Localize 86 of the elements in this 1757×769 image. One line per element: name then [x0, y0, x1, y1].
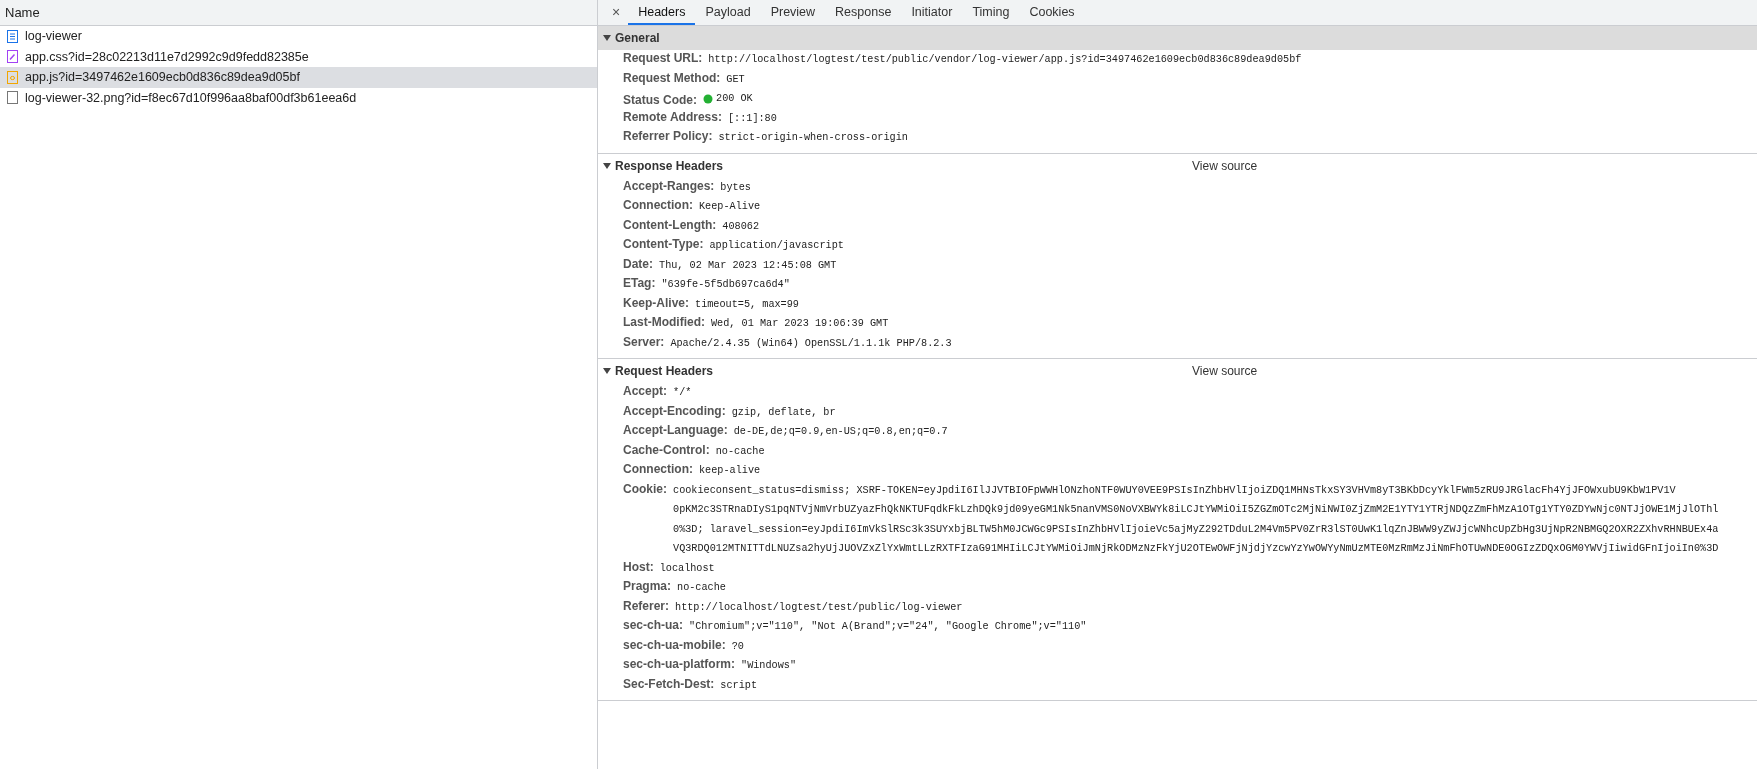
request-row[interactable]: log-viewer [0, 26, 597, 47]
close-button[interactable]: × [604, 0, 629, 25]
header-value: keep-alive [699, 464, 761, 478]
header-value: ?0 [731, 639, 744, 654]
header-value: no-cache [677, 581, 726, 595]
header-name: Accept-Encoding: [623, 403, 726, 418]
triangle-down-icon [603, 367, 611, 375]
header-value: script [720, 678, 758, 693]
header-value: "639fe-5f5db697ca6d4" [661, 278, 790, 292]
header-name: Referrer Policy: [623, 129, 713, 143]
header-value: Thu, 02 Mar 2023 12:45:08 GMT [659, 258, 837, 273]
header-value: 0pKM2c3STRnaDIyS1pqNTVjNmVrbUZyazFhQkNKTUFqdkFkLzhDQk9jd09yeGM1Nk5nanVMS0NoVXBWYk8iLCJtYWMiOiI5ZGZmOTc2MjNiNWI0ZjZmM2E1YTY1YTRjNDQzZmFhMzA1OTg1YTY0ZDYwNjc0NTJjOWE1MjJlOThl [673, 503, 1719, 517]
header-value: */* [673, 386, 692, 400]
header-name: sec-ch-ua-platform: [623, 657, 735, 671]
request-name: app.css?id=28c02213d11e7d2992c9d9fedd82385e [25, 49, 309, 64]
header-value: http://localhost/logtest/test/public/vendor/log-viewer/app.js?id=3497462e1609ecb0d836c89dea9d05bf [708, 53, 1302, 67]
header-value: 0%3D; laravel_session=eyJpdiI6ImVkSlRSc3k3SUYxbjBLTW5hM0JCWGc9PSIsInZhbHVlIjoieVc5ajMyZ292TDduL2M4Vm5PV0ZrR3lST0UwK1lqZnJBWW9yZWJjcWNhcUpZbHg3UjNpR2NBMGQ2OXR2ZXhvRHNBUEx4a [673, 522, 1719, 537]
header-value: strict-origin-when-cross-origin [718, 131, 908, 145]
request-row[interactable]: app.css?id=28c02213d11e7d2992c9d9fedd82385e [0, 46, 597, 67]
header-name: Referer: [623, 598, 670, 613]
section-toggle[interactable]: Request Headers [598, 364, 1192, 378]
header-value: GET [726, 72, 745, 87]
header-value: cookieconsent_status=dismiss; XSRF-TOKEN=eyJpdiI6IlJJVTBIOFpWWHlONzhoNTF0WUY0VEE9PSIsInZhbHVlIjoiZDQ1MHNsTkxSY3VHVm8yT3BKbDcyYklFWm5zRU9JRGlacFh4YjJFOWxubU9KbW1PV1V [673, 483, 1676, 498]
header-value: bytes [720, 180, 751, 195]
header-name: Accept-Ranges: [623, 178, 715, 193]
header-name: Remote Address: [623, 109, 722, 124]
header-name: Connection: [623, 462, 693, 476]
view-source-link[interactable]: View source [1192, 364, 1258, 378]
column-header[interactable]: Name [0, 0, 597, 26]
request-name: log-viewer [25, 29, 82, 44]
header-name: Keep-Alive: [623, 295, 690, 310]
request-name: app.js?id=3497462e1609ecb0d836c89dea9d05bf [25, 70, 300, 85]
header-name: Date: [623, 256, 653, 271]
header-value: no-cache [715, 444, 765, 459]
tab[interactable]: Payload [695, 0, 761, 25]
header-name: Sec-Fetch-Dest: [623, 676, 715, 691]
header-value: 408062 [722, 219, 759, 234]
view-source-link[interactable]: View source [1192, 158, 1258, 173]
triangle-down-icon [603, 161, 611, 170]
header-name: Accept: [623, 384, 667, 398]
header-value: localhost [659, 561, 715, 576]
script-file-icon [6, 70, 19, 84]
tab[interactable]: Cookies [1019, 0, 1085, 25]
file-icon [6, 91, 19, 105]
header-name: Cache-Control: [623, 442, 710, 457]
header-name: Host: [623, 559, 654, 574]
pen-file-icon [6, 50, 19, 64]
header-value: VQ3RDQ012MTNITTdLNUZsa2hyUjJUOVZxZlYxWmtLLzRXTFIzaG91MHIiLCJtYWMiOiJmNjRkODMzNzFkYjU2OTEwOWFjNjdjYzcwYzYwOWYyNmUzMTE0MzRmMzJiNmFhOTUwNDE0OGIzZDQxOGM0YWVjIiwidGFnIjoiIn0%3D [673, 542, 1719, 556]
request-name: log-viewer-32.png?id=f8ec67d10f996aa8baf00df3b61eea6d [25, 90, 357, 105]
document-icon [6, 29, 19, 43]
header-name: Request Method: [623, 70, 721, 85]
header-value: timeout=5, max=99 [695, 297, 799, 312]
header-name: ETag: [623, 276, 656, 290]
section-toggle[interactable]: General [598, 31, 1192, 45]
request-row[interactable]: log-viewer-32.png?id=f8ec67d10f996aa8baf00df3b61eea6d [0, 87, 597, 108]
header-value: "Chromium";v="110", "Not A(Brand";v="24", "Google Chrome";v="110" [689, 620, 1087, 634]
header-name: Content-Length: [623, 217, 717, 232]
header-value: [::1]:80 [727, 111, 777, 126]
triangle-down-icon [603, 34, 611, 42]
header-name: Last-Modified: [623, 315, 705, 329]
header-name: Pragma: [623, 579, 672, 593]
header-name: sec-ch-ua-mobile: [623, 637, 726, 652]
tab[interactable]: Response [825, 0, 902, 25]
header-value: de-DE,de;q=0.9,en-US;q=0.8,en;q=0.7 [733, 425, 948, 439]
header-value: Keep-Alive [699, 200, 761, 214]
header-name: Cookie: [623, 481, 667, 496]
header-name: Server: [623, 334, 665, 349]
header-value: application/javascript [709, 239, 844, 253]
request-row[interactable]: app.js?id=3497462e1609ecb0d836c89dea9d05bf [0, 67, 597, 88]
header-value: http://localhost/logtest/test/public/log-viewer [675, 600, 963, 615]
header-name: Request URL: [623, 51, 703, 65]
header-value: "Windows" [741, 659, 797, 673]
header-name: Content-Type: [623, 237, 704, 251]
header-value: 200 OK [716, 92, 753, 106]
tab[interactable]: Initiator [901, 0, 963, 25]
header-name: Connection: [623, 198, 693, 212]
header-value: Apache/2.4.35 (Win64) OpenSSL/1.1.1k PHP/8.2.3 [670, 336, 952, 351]
header-name: Accept-Language: [623, 423, 728, 437]
header-value: gzip, deflate, br [731, 405, 836, 420]
header-value: Wed, 01 Mar 2023 19:06:39 GMT [711, 317, 889, 331]
header-name: sec-ch-ua: [623, 618, 684, 632]
tab[interactable]: Timing [962, 0, 1020, 25]
status-dot-icon [703, 94, 713, 104]
header-name: Status Code: [623, 93, 697, 107]
section-toggle[interactable]: Response Headers [598, 158, 1192, 173]
tab[interactable]: Preview [760, 0, 826, 25]
